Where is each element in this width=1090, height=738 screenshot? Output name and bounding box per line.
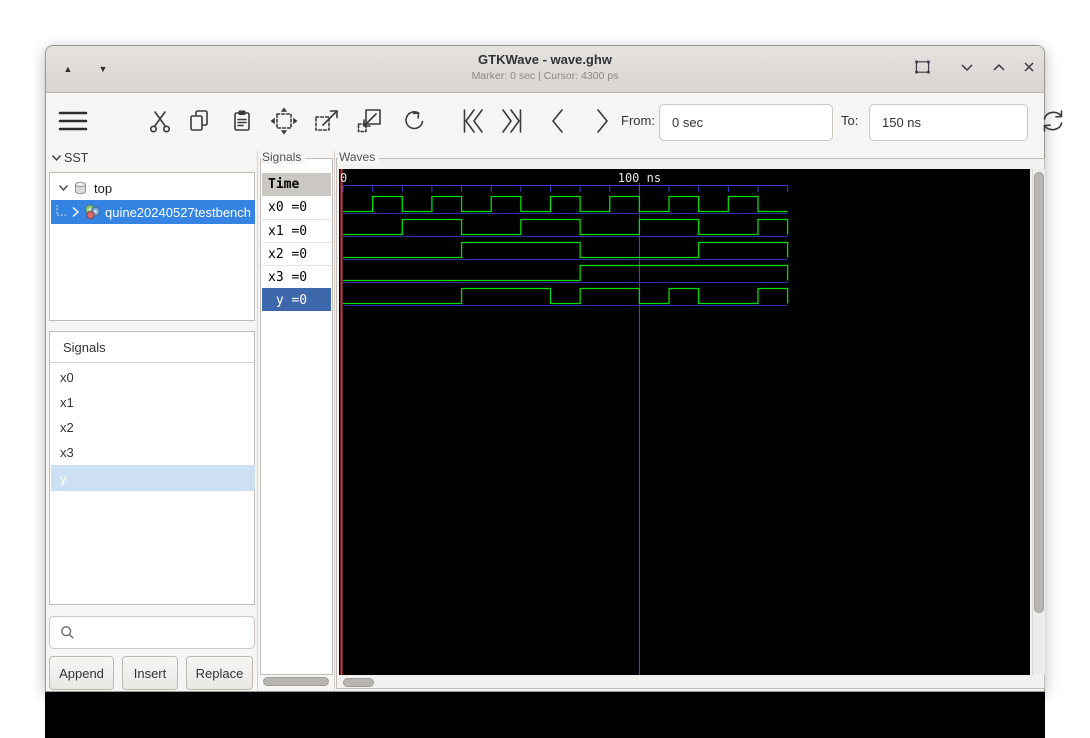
window-status-text: Marker: 0 sec | Cursor: 4300 ps xyxy=(471,70,619,82)
signal-list-item-y[interactable]: y xyxy=(51,465,255,491)
entity-gears-icon xyxy=(85,204,101,220)
signal-list-item-x3[interactable]: x3 xyxy=(51,440,255,465)
close-icon xyxy=(1024,62,1034,72)
toolbar: From: To: xyxy=(46,93,1063,151)
waves-vscrollbar-thumb[interactable] xyxy=(1034,172,1044,613)
window-maximize-button[interactable] xyxy=(989,58,1009,76)
waves-frame: 0 100 ns xyxy=(336,158,1045,689)
wave-row-y[interactable] xyxy=(343,287,789,306)
signal-values-frame: Time x0 =0 x1 =0 x2 =0 x3 =0 y =0 xyxy=(260,158,333,675)
scissors-icon xyxy=(150,111,170,133)
insert-button[interactable]: Insert xyxy=(122,656,178,690)
wave-timeline: 0 100 ns xyxy=(340,171,789,192)
window-close-button[interactable] xyxy=(1019,58,1039,76)
copy-icon xyxy=(190,110,208,131)
gtkwave-window: ▲ ▼ GTKWave - wave.ghw Marker: 0 sec | C… xyxy=(45,45,1063,692)
tree-branch-icon xyxy=(56,205,68,216)
append-button[interactable]: Append xyxy=(49,656,114,690)
from-label: From: xyxy=(621,113,655,128)
signal-list-panel: Signals x0 x1 x2 x3 y xyxy=(49,331,255,605)
wave-row-x2[interactable] xyxy=(343,241,789,260)
to-label: To: xyxy=(841,113,859,128)
zoom-to-start-button[interactable] xyxy=(456,104,490,138)
search-icon xyxy=(61,626,74,639)
paste-button[interactable] xyxy=(225,104,259,138)
pane-splitter-left[interactable] xyxy=(257,151,258,691)
signal-search-box xyxy=(49,616,261,649)
chevron-left-icon xyxy=(552,109,563,133)
reload-icon xyxy=(1043,110,1063,132)
expander-chevron-right-icon xyxy=(72,206,80,218)
pane-splitter-middle[interactable] xyxy=(334,151,335,691)
sst-tree: top quine20240527testbench xyxy=(49,172,255,321)
to-time-input[interactable] xyxy=(869,104,1028,141)
fit-window-button[interactable] xyxy=(911,56,933,78)
zoom-in-arrow-icon xyxy=(315,110,338,131)
zoom-out-arrow-icon xyxy=(357,109,381,133)
fit-frame-icon xyxy=(914,60,930,74)
waves-header: Waves xyxy=(338,150,380,164)
sst-expander[interactable]: SST xyxy=(51,150,88,166)
timeline-100ns-label: 100 ns xyxy=(618,171,661,185)
signal-value-row-y[interactable]: y =0 xyxy=(262,288,331,311)
clipboard-paste-icon xyxy=(234,110,250,131)
wave-canvas[interactable]: 0 100 ns xyxy=(339,169,1030,675)
signal-value-row-x2[interactable]: x2 =0 xyxy=(262,242,331,265)
waves-hscrollbar-thumb[interactable] xyxy=(343,678,374,687)
timeline-zero-label: 0 xyxy=(340,171,347,185)
signal-value-row-x3[interactable]: x3 =0 xyxy=(262,265,331,288)
window-minimize-button[interactable] xyxy=(957,58,977,76)
wave-row-x3[interactable] xyxy=(343,264,789,283)
shift-left-button[interactable] xyxy=(541,104,575,138)
signal-values-header: Signals xyxy=(261,150,306,164)
waves-vscrollbar[interactable] xyxy=(1032,169,1045,675)
signal-values-hscrollbar-thumb[interactable] xyxy=(263,677,329,686)
wave-row-x1[interactable] xyxy=(343,218,789,237)
from-time-input[interactable] xyxy=(659,104,833,141)
tree-item-label: quine20240527testbench xyxy=(105,204,252,220)
tree-item-testbench[interactable]: quine20240527testbench xyxy=(51,200,255,224)
tree-item-top[interactable]: top xyxy=(51,176,255,200)
hamburger-menu-icon xyxy=(58,111,88,131)
window-title: GTKWave - wave.ghw xyxy=(478,52,612,67)
search-input[interactable] xyxy=(81,617,261,648)
chevron-up-icon xyxy=(993,63,1005,71)
zoom-fit-button[interactable] xyxy=(267,104,301,138)
zoom-to-end-button[interactable] xyxy=(495,104,529,138)
cut-button[interactable] xyxy=(143,104,177,138)
menu-button[interactable] xyxy=(56,104,90,138)
replace-button[interactable]: Replace xyxy=(186,656,253,690)
skip-to-end-icon xyxy=(502,109,522,133)
zoom-out-selection-button[interactable] xyxy=(353,104,387,138)
divider xyxy=(50,362,254,363)
undo-button[interactable] xyxy=(396,104,430,138)
time-header-cell[interactable]: Time xyxy=(262,173,331,196)
signal-list-header: Signals xyxy=(63,340,106,355)
expander-chevron-down-icon xyxy=(58,185,69,192)
bottom-black-band xyxy=(45,692,1045,738)
signal-value-row-x0[interactable]: x0 =0 xyxy=(262,196,331,219)
shift-right-button[interactable] xyxy=(585,104,619,138)
chevron-right-icon xyxy=(597,109,608,133)
expander-chevron-down-icon xyxy=(51,155,62,162)
zoom-in-selection-button[interactable] xyxy=(310,104,344,138)
signal-list-item-x1[interactable]: x1 xyxy=(51,390,255,415)
wave-row-x0[interactable] xyxy=(343,195,788,214)
reload-button[interactable] xyxy=(1036,104,1070,138)
tree-item-label: top xyxy=(94,180,113,196)
signal-list-item-x0[interactable]: x0 xyxy=(51,365,255,390)
zoom-fit-icon xyxy=(270,107,298,135)
chevron-down-icon xyxy=(961,63,973,71)
skip-to-start-icon xyxy=(463,109,483,133)
copy-button[interactable] xyxy=(182,104,216,138)
undo-arrow-icon xyxy=(405,111,424,130)
titlebar: ▲ ▼ GTKWave - wave.ghw Marker: 0 sec | C… xyxy=(46,46,1044,93)
sst-header-label: SST xyxy=(64,151,89,165)
signal-value-row-x1[interactable]: x1 =0 xyxy=(262,219,331,242)
signal-list-item-x2[interactable]: x2 xyxy=(51,415,255,440)
module-cylinder-icon xyxy=(75,181,86,195)
